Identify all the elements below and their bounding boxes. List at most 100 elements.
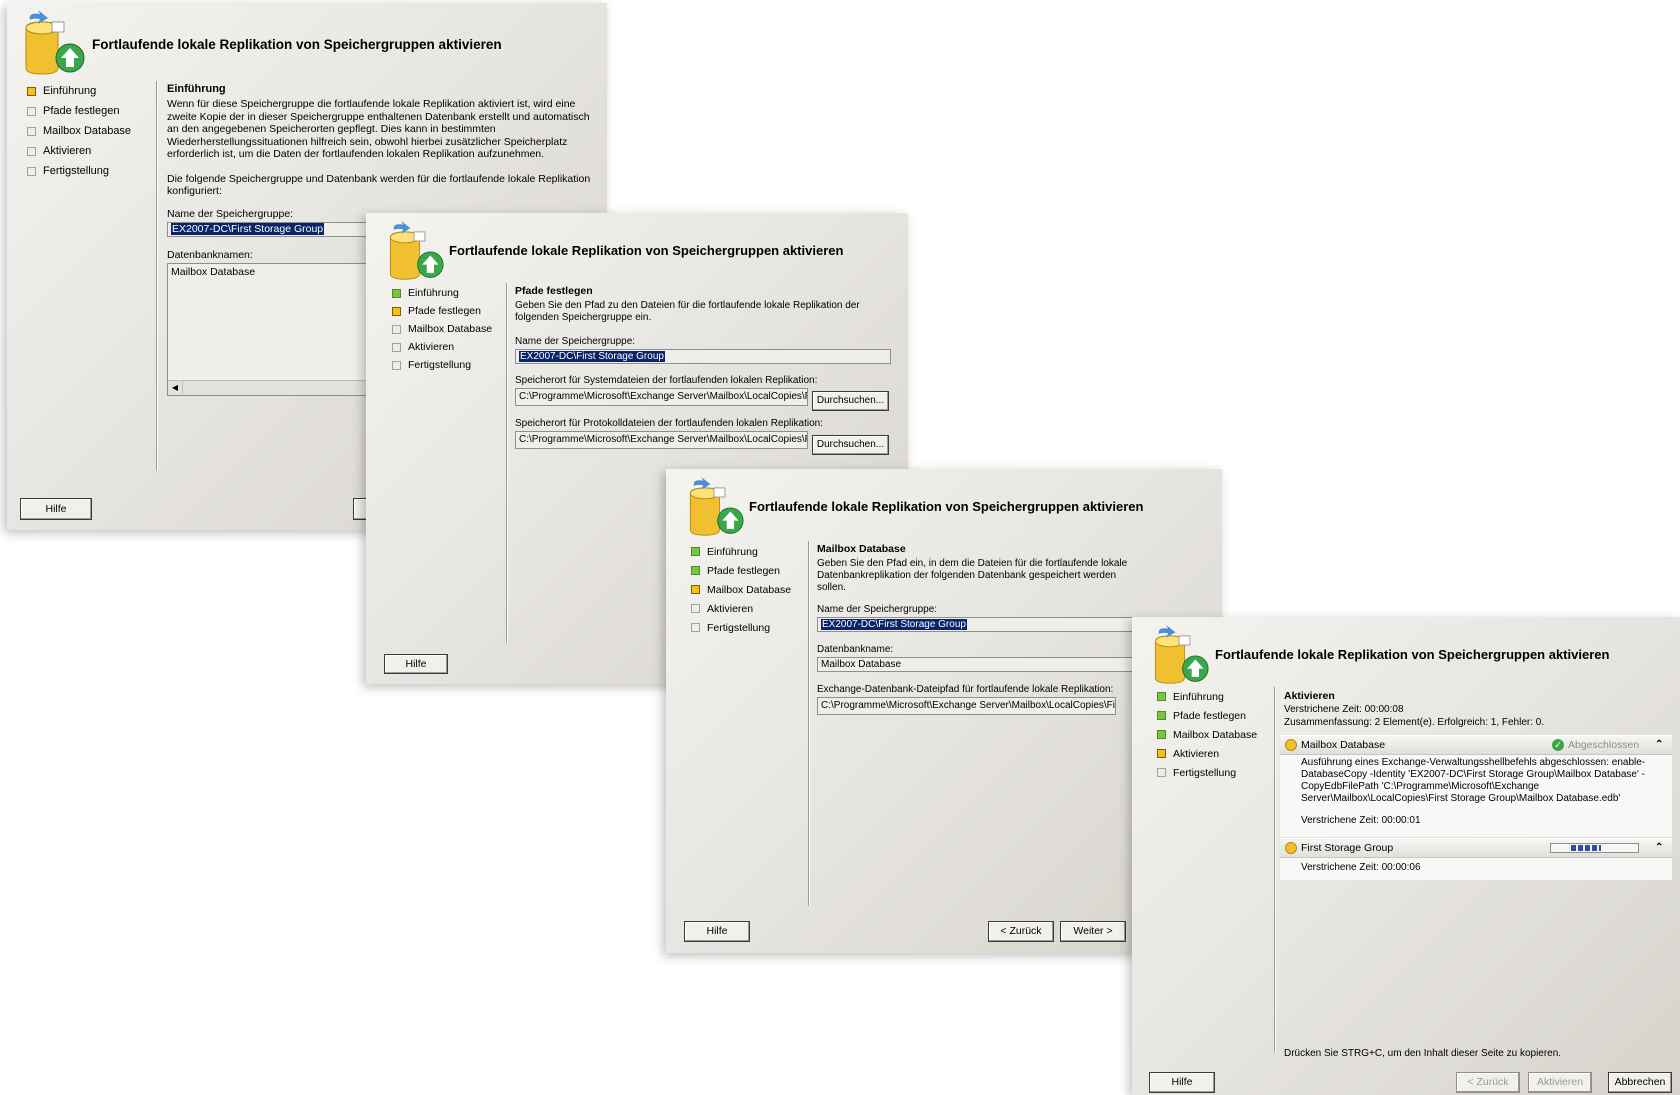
nav-divider [156, 81, 158, 471]
progress-fill [1571, 845, 1601, 851]
elapsed-time-item2: Verstrichene Zeit: 00:00:06 [1301, 862, 1421, 873]
step-item-fertigstellung: Fertigstellung [392, 356, 492, 374]
browse-system-button[interactable]: Durchsuchen... [812, 391, 889, 411]
current-step-icon [27, 86, 36, 96]
content-pane: Pfade festlegen Geben Sie den Pfad zu de… [515, 285, 895, 449]
exchange-wizard-icon [25, 10, 85, 75]
edb-path-field[interactable]: C:\Programme\Microsoft\Exchange Server\M… [817, 697, 1116, 715]
step-list: Einführung Pfade festlegen Mailbox Datab… [392, 284, 492, 374]
storage-group-task-icon [1285, 842, 1297, 854]
success-check-icon: ✓ [1552, 739, 1564, 751]
completed-step-icon [1157, 730, 1166, 739]
storage-group-field[interactable]: EX2007-DC\First Storage Group [167, 221, 367, 237]
command-detail-text: Ausführung eines Exchange-Verwaltungsshe… [1301, 757, 1646, 804]
nav-divider [506, 283, 508, 643]
completed-step-icon [691, 566, 700, 575]
horizontal-scrollbar[interactable]: ◀ [168, 379, 376, 395]
system-files-path-field[interactable]: C:\Programme\Microsoft\Exchange Server\M… [515, 388, 808, 406]
pending-step-icon [392, 324, 401, 334]
wizard-title: Fortlaufende lokale Replikation von Spei… [1215, 647, 1610, 662]
step-item-einfuehrung: Einführung [691, 542, 791, 561]
step-item-mailbox-database: Mailbox Database [691, 580, 791, 599]
content-pane: Aktivieren Verstrichene Zeit: 00:00:08 Z… [1284, 690, 1674, 729]
result-body-mailbox-database: Ausführung eines Exchange-Verwaltungsshe… [1280, 755, 1672, 837]
step-item-aktivieren: Aktivieren [1157, 744, 1257, 763]
collapse-chevron-icon[interactable]: ⌃ [1655, 736, 1663, 754]
step-item-aktivieren: Aktivieren [691, 599, 791, 618]
wizard-title: Fortlaufende lokale Replikation von Spei… [449, 243, 844, 258]
page-heading: Aktivieren [1284, 690, 1335, 702]
step-item-einfuehrung: Einführung [1157, 687, 1257, 706]
step-list: Einführung Pfade festlegen Mailbox Datab… [27, 81, 131, 181]
step-list: Einführung Pfade festlegen Mailbox Datab… [691, 542, 791, 637]
summary-text: Zusammenfassung: 2 Element(e). Erfolgrei… [1284, 717, 1545, 728]
wizard-title: Fortlaufende lokale Replikation von Spei… [749, 499, 1144, 514]
step-item-einfuehrung: Einführung [27, 81, 131, 101]
pending-step-icon [27, 126, 36, 136]
step-item-aktivieren: Aktivieren [392, 338, 492, 356]
browse-log-button[interactable]: Durchsuchen... [812, 435, 889, 455]
step-item-fertigstellung: Fertigstellung [1157, 763, 1257, 782]
nav-divider [1274, 687, 1276, 1052]
step-item-fertigstellung: Fertigstellung [27, 161, 131, 181]
pending-step-icon [392, 360, 401, 370]
step-item-pfade: Pfade festlegen [392, 302, 492, 320]
status-completed-label: Abgeschlossen [1568, 739, 1640, 751]
exchange-wizard-icon [1154, 625, 1209, 684]
collapse-chevron-icon[interactable]: ⌃ [1655, 839, 1663, 857]
exchange-wizard-icon [389, 221, 444, 280]
database-list[interactable]: Mailbox Database ◀ [167, 262, 377, 396]
step-item-pfade: Pfade festlegen [27, 101, 131, 121]
log-files-label: Speicherort für Protokolldateien der for… [515, 418, 823, 429]
pending-step-icon [27, 106, 36, 116]
description-text: Geben Sie den Pfad zu den Dateien für di… [515, 300, 860, 323]
copy-hint-text: Drücken Sie STRG+C, um den Inhalt dieser… [1284, 1048, 1562, 1059]
next-button[interactable]: Weiter > [1060, 921, 1126, 942]
system-files-label: Speicherort für Systemdateien der fortla… [515, 375, 818, 386]
help-button[interactable]: Hilfe [684, 921, 750, 942]
wizard-title: Fortlaufende lokale Replikation von Spei… [92, 37, 502, 52]
cancel-button[interactable]: Abbrechen [1608, 1072, 1672, 1093]
back-button[interactable]: < Zurück [988, 921, 1054, 942]
result-header-mailbox-database[interactable]: Mailbox Database ✓ Abgeschlossen ⌃ [1280, 735, 1672, 755]
step-item-pfade: Pfade festlegen [691, 561, 791, 580]
back-button[interactable]: < Zurück [1456, 1072, 1520, 1093]
current-step-icon [691, 585, 700, 594]
page-heading: Einführung [167, 83, 226, 95]
elapsed-time-total: Verstrichene Zeit: 00:00:08 [1284, 704, 1404, 715]
step-item-fertigstellung: Fertigstellung [691, 618, 791, 637]
result-body-first-storage-group: Verstrichene Zeit: 00:00:06 [1280, 858, 1672, 880]
help-button[interactable]: Hilfe [20, 498, 92, 520]
step-list: Einführung Pfade festlegen Mailbox Datab… [1157, 687, 1257, 782]
step-item-pfade: Pfade festlegen [1157, 706, 1257, 725]
step-item-mailbox-database: Mailbox Database [1157, 725, 1257, 744]
config-text: Die folgende Speichergruppe und Datenban… [167, 172, 591, 198]
activate-button[interactable]: Aktivieren [1528, 1072, 1592, 1093]
completed-step-icon [1157, 711, 1166, 720]
storage-group-label: Name der Speichergruppe: [817, 604, 938, 615]
step-item-mailbox-database: Mailbox Database [27, 121, 131, 141]
list-item[interactable]: Mailbox Database [168, 264, 376, 280]
pending-step-icon [1157, 768, 1166, 777]
pending-step-icon [691, 604, 700, 613]
help-button[interactable]: Hilfe [1149, 1072, 1215, 1093]
step-item-einfuehrung: Einführung [392, 284, 492, 302]
completed-step-icon [1157, 692, 1166, 701]
elapsed-time-item1: Verstrichene Zeit: 00:00:01 [1301, 815, 1421, 826]
pending-step-icon [691, 623, 700, 632]
result-header-first-storage-group[interactable]: First Storage Group ⌃ [1280, 838, 1672, 858]
description-text: Geben Sie den Pfad ein, in dem die Datei… [817, 558, 1128, 593]
nav-divider [808, 541, 810, 906]
completed-step-icon [691, 547, 700, 556]
database-task-icon [1285, 739, 1297, 751]
storage-group-field[interactable]: EX2007-DC\First Storage Group [515, 349, 891, 364]
pending-step-icon [27, 146, 36, 156]
log-files-path-field[interactable]: C:\Programme\Microsoft\Exchange Server\M… [515, 431, 808, 449]
page-heading: Pfade festlegen [515, 285, 593, 297]
intro-text: Wenn für diese Speichergruppe die fortla… [167, 98, 590, 160]
current-step-icon [392, 306, 401, 316]
help-button[interactable]: Hilfe [384, 654, 448, 674]
scroll-left-icon[interactable]: ◀ [168, 380, 183, 394]
page-heading: Mailbox Database [817, 543, 906, 555]
current-step-icon [1157, 749, 1166, 758]
